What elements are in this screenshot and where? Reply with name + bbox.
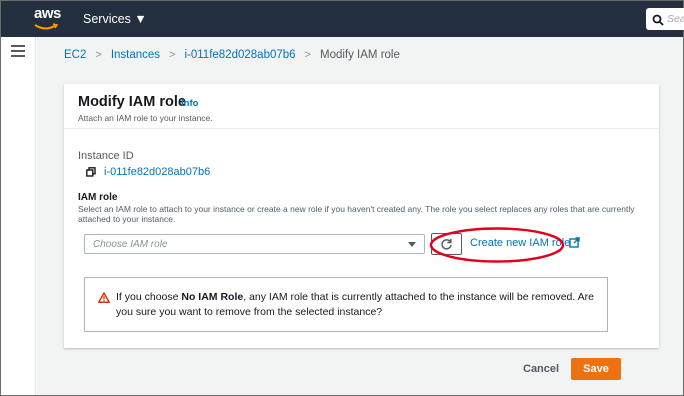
external-link-icon[interactable] — [569, 237, 580, 248]
sidebar — [1, 37, 36, 395]
breadcrumb-ec2[interactable]: EC2 — [64, 49, 86, 61]
iam-role-select-placeholder: Choose IAM role — [93, 239, 168, 250]
instance-id-label: Instance ID — [78, 150, 134, 162]
cancel-button[interactable]: Cancel — [523, 363, 559, 375]
modify-iam-role-panel: Modify IAM role Info Attach an IAM role … — [64, 84, 659, 348]
warning-text-prefix: If you choose — [116, 291, 182, 303]
search-placeholder: Sear — [667, 13, 684, 25]
warning-icon — [98, 292, 110, 303]
aws-smile-icon — [34, 23, 59, 30]
search-icon — [652, 13, 664, 26]
panel-description: Attach an IAM role to your instance. — [78, 113, 213, 123]
info-link[interactable]: Info — [181, 98, 198, 109]
top-navigation-bar: aws Services ▼ Sear — [1, 1, 684, 37]
breadcrumb-separator: > — [304, 49, 311, 61]
breadcrumb-instance-id[interactable]: i-011fe82d028ab07b6 — [184, 49, 295, 61]
warning-text-bold: No IAM Role — [181, 291, 244, 303]
breadcrumb-separator: > — [95, 49, 102, 61]
instance-id-text[interactable]: i-011fe82d028ab07b6 — [104, 166, 210, 178]
breadcrumb-separator: > — [169, 49, 176, 61]
breadcrumb-current: Modify IAM role — [319, 49, 400, 61]
highlight-ellipse — [429, 227, 565, 263]
iam-role-description: Select an IAM role to attach to your ins… — [78, 204, 635, 224]
panel-header: Modify IAM role Info Attach an IAM role … — [64, 84, 659, 129]
instance-id-value: i-011fe82d028ab07b6 — [86, 166, 210, 178]
global-search-input[interactable]: Sear — [646, 8, 684, 30]
breadcrumb-instances[interactable]: Instances — [111, 49, 160, 61]
iam-role-select[interactable]: Choose IAM role — [84, 234, 425, 254]
iam-role-label: IAM role — [78, 192, 118, 203]
warning-alert: If you choose No IAM Role, any IAM role … — [84, 277, 608, 332]
page-title: Modify IAM role — [78, 94, 186, 110]
save-button[interactable]: Save — [571, 358, 621, 380]
aws-logo[interactable]: aws — [34, 5, 61, 22]
caret-down-icon — [408, 242, 416, 247]
copy-icon[interactable] — [86, 167, 96, 177]
breadcrumb: EC2 > Instances > i-011fe82d028ab07b6 > … — [64, 49, 400, 61]
main-content: EC2 > Instances > i-011fe82d028ab07b6 > … — [37, 37, 683, 395]
hamburger-menu-icon[interactable] — [11, 45, 25, 57]
services-menu[interactable]: Services ▼ — [83, 12, 147, 26]
warning-text: If you choose No IAM Role, any IAM role … — [116, 290, 606, 320]
